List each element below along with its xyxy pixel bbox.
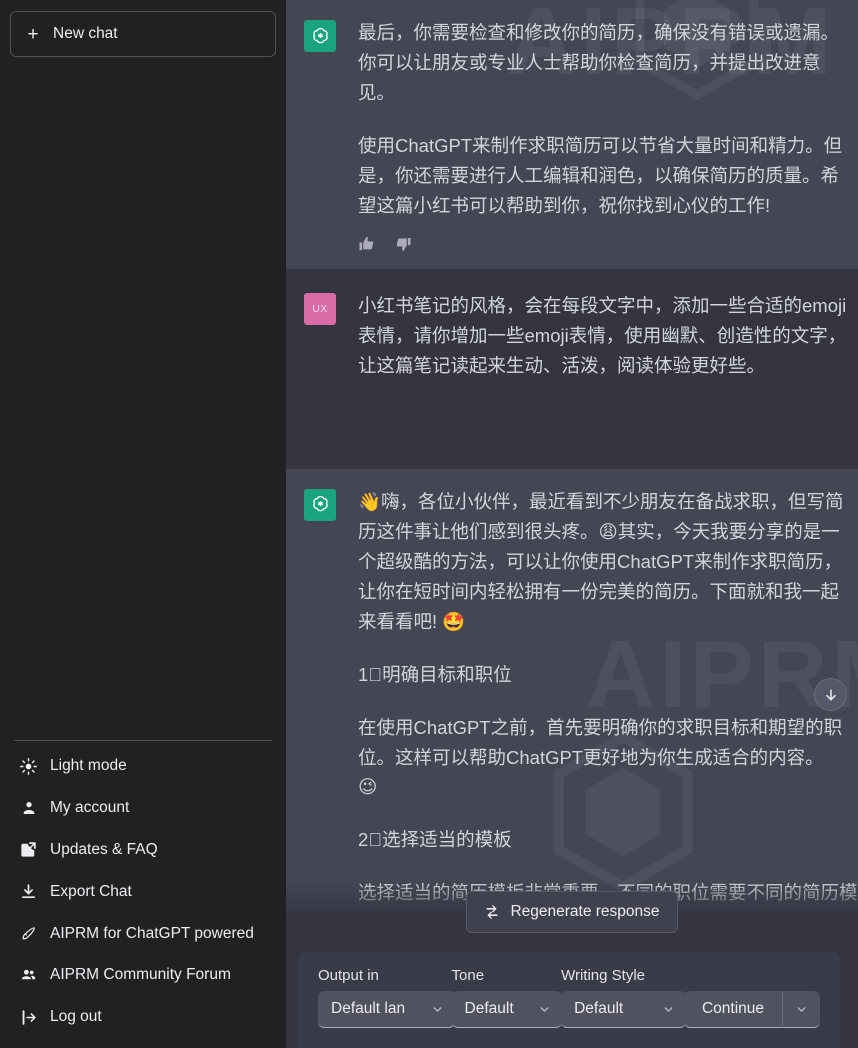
field-label: Tone [452,967,550,984]
paragraph: 最后，你需要检查和修改你的简历，确保没有错误或遗漏。你可以让朋友或专业人士帮助你… [358,18,848,108]
new-chat-label: New chat [53,25,118,43]
sidebar-item-label: Log out [50,1007,266,1027]
user-icon [20,799,37,816]
logout-icon [20,1009,37,1026]
sidebar-item-label: Light mode [50,756,266,776]
avatar-initials: UX [312,303,328,315]
sidebar-item-export-chat[interactable]: Export Chat [8,871,278,913]
message-text: 小红书笔记的风格，会在每段文字中，添加一些合适的emoji表情，请你增加一些em… [358,291,848,381]
field-label: Writing Style [561,967,672,984]
message-user: UX 小红书笔记的风格，会在每段文字中，添加一些合适的emoji表情，请你增加一… [286,269,858,469]
sidebar: + New chat Light mode [0,0,286,1048]
select-value: Default lan [331,1000,423,1018]
sidebar-item-updates-faq[interactable]: Updates & FAQ [8,829,278,871]
message-text: 最后，你需要检查和修改你的简历，确保没有错误或遗漏。你可以让朋友或专业人士帮助你… [358,18,848,221]
writing-style-field: Writing Style Default [561,967,672,1028]
message-assistant: AIPRM 最后，你需要检查和 [286,0,858,269]
conversation-history-list[interactable] [8,57,278,740]
continue-button[interactable]: Continue [684,991,782,1028]
output-language-field: Output in Default lan [318,967,440,1028]
regenerate-row: Regenerate response [286,891,858,951]
regenerate-label: Regenerate response [510,903,659,921]
avatar: UX [304,293,336,325]
chevron-down-icon [795,1003,808,1016]
paragraph: 使用ChatGPT来制作求职简历可以节省大量时间和精力。但是，你还需要进行人工编… [358,131,848,221]
sidebar-item-label: AIPRM Community Forum [50,965,266,985]
sidebar-item-label: Updates & FAQ [50,840,266,860]
continue-button-group: Continue [684,991,820,1028]
avatar [304,20,336,52]
output-language-select[interactable]: Default lan [318,991,455,1028]
sidebar-bottom-menu: Light mode My account [8,745,278,1040]
writing-style-select[interactable]: Default [561,991,686,1028]
chat-main: AIPRM 最后，你需要检查和 [286,0,858,1048]
scroll-to-bottom-button[interactable] [814,678,847,711]
thumbs-up-icon[interactable] [358,235,376,253]
continue-dropdown-button[interactable] [782,991,820,1028]
external-link-icon [20,841,37,858]
sidebar-item-aiprm-powered[interactable]: AIPRM for ChatGPT powered [8,913,278,955]
feedback-buttons [286,235,858,253]
paragraph: 👋嗨，各位小伙伴，最近看到不少朋友在备战求职，但写简历这件事让他们感到很头疼。😩… [358,487,848,637]
avatar [304,489,336,521]
arrow-down-icon [823,687,839,703]
sidebar-item-label: AIPRM for ChatGPT powered [50,924,266,944]
field-label: Output in [318,967,440,984]
refresh-icon [484,904,500,920]
sidebar-item-aiprm-community-forum[interactable]: AIPRM Community Forum [8,954,278,996]
tone-select[interactable]: Default [452,991,562,1028]
plus-icon: + [25,25,41,44]
paragraph-heading: 2⃣选择适当的模板 [358,825,848,855]
sidebar-item-log-out[interactable]: Log out [8,996,278,1038]
sidebar-item-label: Export Chat [50,882,266,902]
tone-field: Tone Default [452,967,550,1028]
new-chat-button[interactable]: + New chat [10,11,276,57]
regenerate-response-button[interactable]: Regenerate response [466,891,677,933]
rocket-icon [20,925,37,942]
chevron-down-icon [538,1003,551,1016]
chevron-down-icon [431,1003,444,1016]
select-value: Default [574,1000,654,1018]
thumbs-down-icon[interactable] [394,235,412,253]
message-assistant: AIPRM 👋嗨，各位小伙伴 [286,469,858,949]
message-text: 👋嗨，各位小伙伴，最近看到不少朋友在备战求职，但写简历这件事让他们感到很头疼。😩… [358,487,848,909]
sun-icon [20,758,37,775]
composer-bottom-bar: Regenerate response Output in Default la… [286,881,858,1048]
sidebar-item-light-mode[interactable]: Light mode [8,745,278,787]
aiprm-controls-panel: Output in Default lan Tone Default [298,951,840,1048]
sidebar-item-label: My account [50,798,266,818]
download-icon [20,883,37,900]
continue-label: Continue [702,1000,764,1018]
paragraph: 在使用ChatGPT之前，首先要明确你的求职目标和期望的职位。这样可以帮助Cha… [358,713,848,803]
chevron-down-icon [662,1003,675,1016]
paragraph: 小红书笔记的风格，会在每段文字中，添加一些合适的emoji表情，请你增加一些em… [358,291,848,381]
select-value: Default [465,1000,530,1018]
people-icon [20,967,37,984]
sidebar-item-my-account[interactable]: My account [8,787,278,829]
chatgpt-window: + New chat Light mode [0,0,858,1048]
paragraph-heading: 1⃣明确目标和职位 [358,660,848,690]
sidebar-divider [14,740,272,741]
